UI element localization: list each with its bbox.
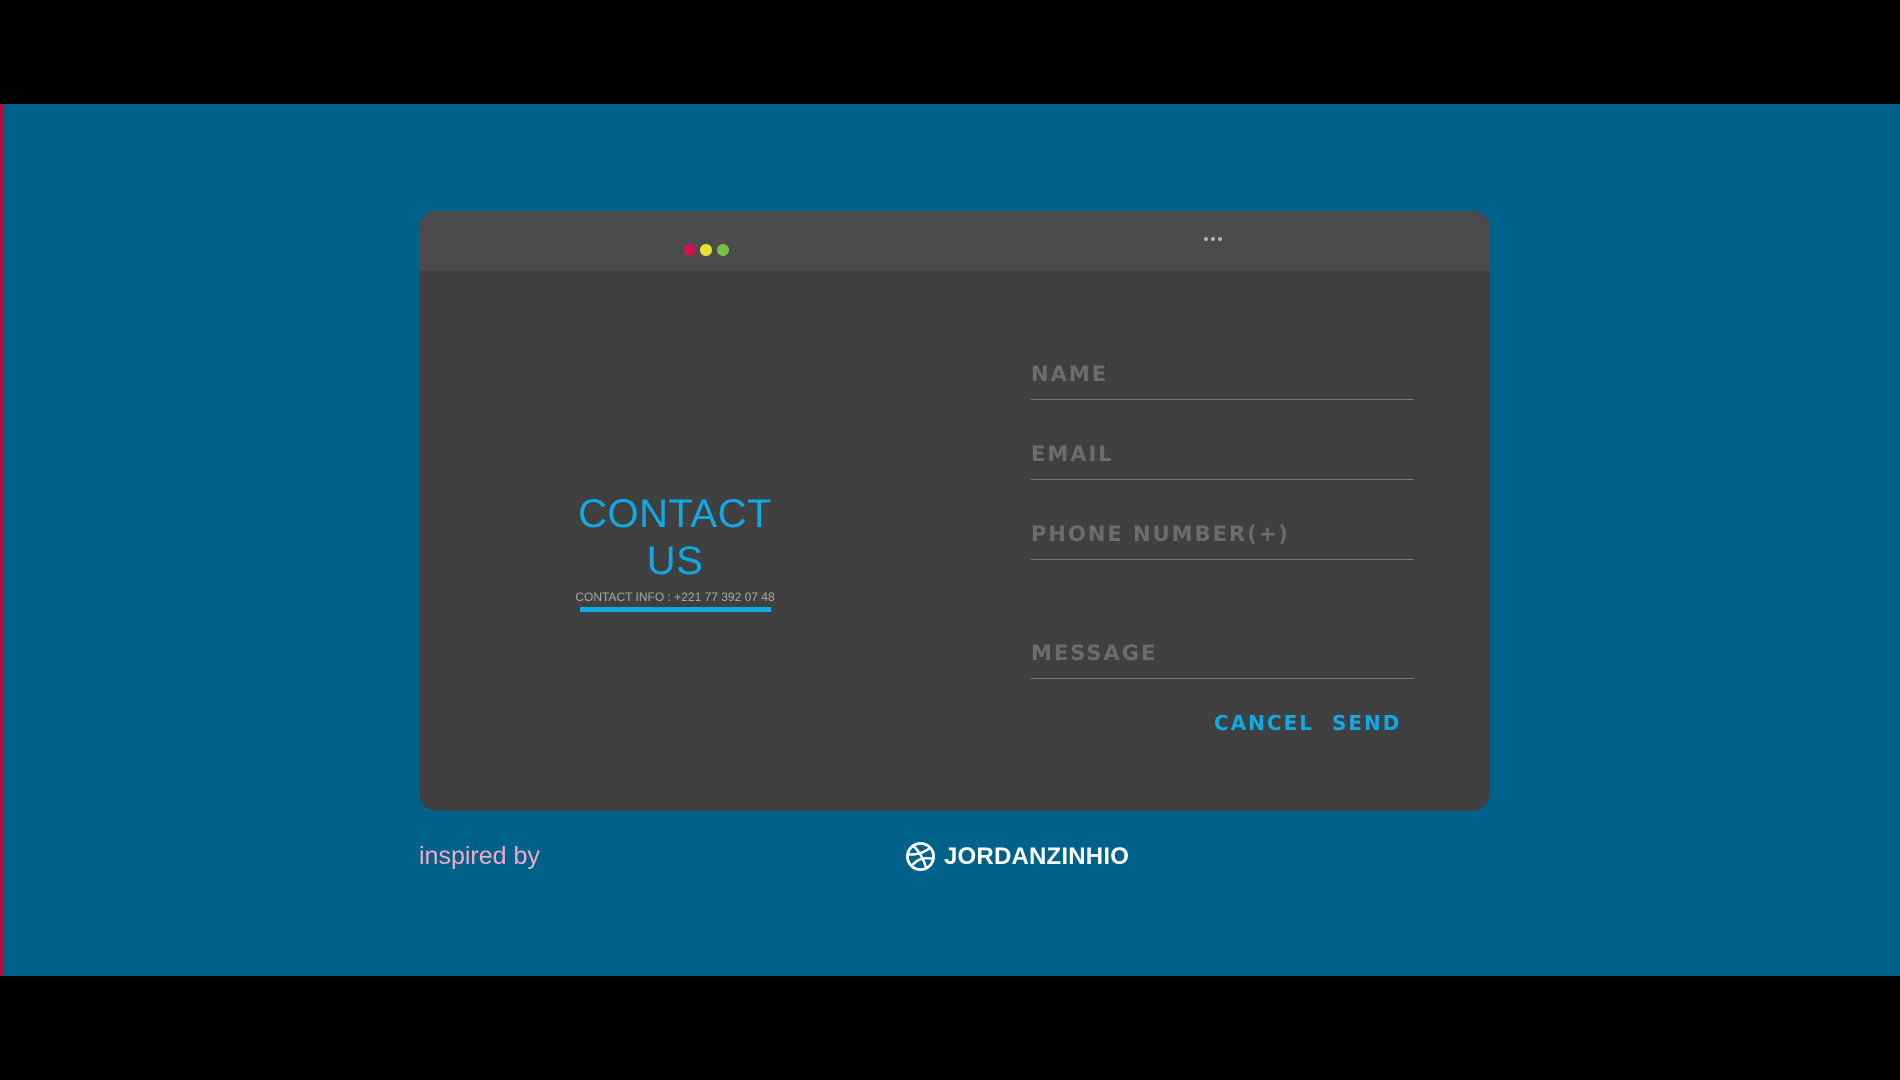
- inspired-by-text: inspired by: [419, 842, 540, 870]
- name-field-wrapper: [1031, 357, 1414, 400]
- cancel-button[interactable]: CANCEL: [1214, 711, 1314, 735]
- form-actions: CANCEL SEND: [1214, 711, 1401, 735]
- contact-info: CONTACT INFO : +221 77 392 07 48: [575, 590, 775, 604]
- maximize-dot-icon[interactable]: [717, 244, 729, 256]
- ellipsis-dot: [1204, 237, 1208, 241]
- contact-window: CONTACT US CONTACT INFO : +221 77 392 07…: [419, 211, 1490, 811]
- dribbble-icon: [905, 841, 936, 872]
- phone-input[interactable]: [1031, 517, 1414, 551]
- brand-name: JORDANZINHIO: [944, 842, 1130, 870]
- ellipsis-icon[interactable]: [1204, 229, 1222, 249]
- ellipsis-dot: [1211, 237, 1215, 241]
- dribbble-profile-link[interactable]: JORDANZINHIO: [905, 841, 1129, 872]
- contact-heading-block: CONTACT US CONTACT INFO : +221 77 392 07…: [564, 491, 786, 612]
- phone-field-wrapper: [1031, 517, 1414, 560]
- close-dot-icon[interactable]: [684, 244, 696, 256]
- message-field-wrapper: [1031, 636, 1414, 679]
- window-titlebar: [419, 211, 1490, 271]
- page-background: CONTACT US CONTACT INFO : +221 77 392 07…: [0, 104, 1900, 976]
- email-field-wrapper: [1031, 437, 1414, 480]
- ellipsis-dot: [1218, 237, 1222, 241]
- send-button[interactable]: SEND: [1332, 711, 1401, 735]
- email-input[interactable]: [1031, 437, 1414, 471]
- message-input[interactable]: [1031, 636, 1414, 670]
- contact-title: CONTACT US: [578, 492, 772, 583]
- minimize-dot-icon[interactable]: [700, 244, 712, 256]
- name-input[interactable]: [1031, 357, 1414, 391]
- title-underline: [579, 607, 771, 612]
